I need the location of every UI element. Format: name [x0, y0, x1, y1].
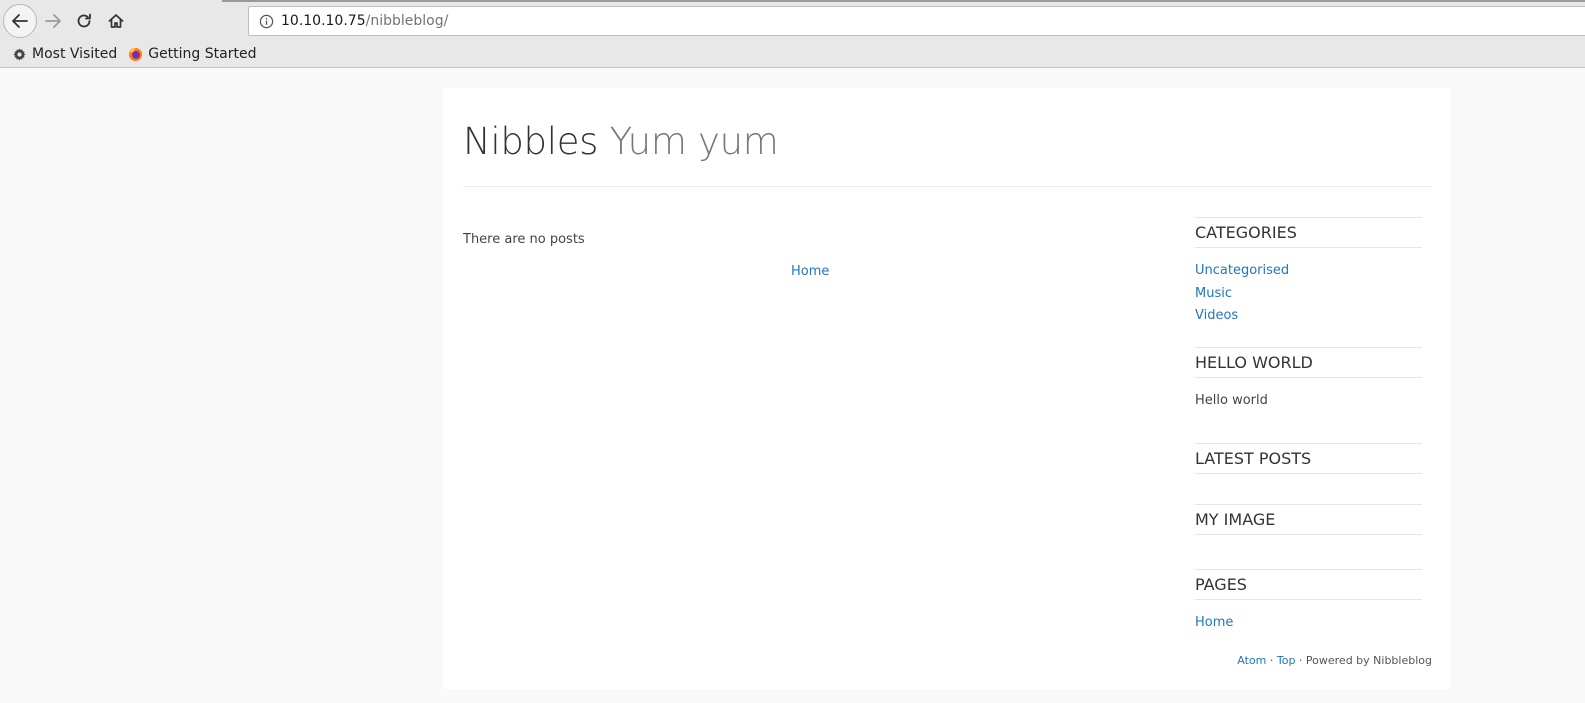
- widget-title-pages: PAGES: [1195, 569, 1422, 600]
- bookmark-most-visited[interactable]: Most Visited: [12, 46, 117, 62]
- category-link[interactable]: Videos: [1195, 308, 1238, 323]
- bookmark-label: Most Visited: [32, 46, 118, 62]
- widget-title-latest-posts: LATEST POSTS: [1195, 443, 1422, 474]
- pager-home-link[interactable]: Home: [791, 264, 829, 279]
- header-divider: [463, 186, 1432, 187]
- powered-by-text: · Powered by Nibbleblog: [1295, 654, 1432, 667]
- footer: Atom · Top · Powered by Nibbleblog: [1237, 654, 1432, 667]
- hello-world-text: Hello world: [1195, 393, 1268, 408]
- page-link[interactable]: Home: [1195, 615, 1233, 630]
- reload-icon: [77, 13, 91, 28]
- gear-icon: [12, 47, 27, 62]
- site-slogan: Yum yum: [609, 120, 779, 163]
- home-button[interactable]: [99, 4, 133, 38]
- site-title: Nibbles Yum yum: [463, 120, 779, 163]
- firefox-icon: [128, 47, 143, 62]
- url-bar[interactable]: 10.10.10.75/nibbleblog/: [248, 6, 1585, 36]
- reload-button[interactable]: [67, 4, 101, 38]
- browser-chrome: 10.10.10.75/nibbleblog/ Most Visited Get…: [0, 0, 1585, 68]
- tab-strip-line: [222, 0, 1585, 2]
- url-host: 10.10.10.75: [281, 13, 366, 29]
- forward-button[interactable]: [36, 4, 70, 38]
- blog-page: Nibbles Yum yum There are no posts Home …: [443, 88, 1451, 689]
- category-link[interactable]: Uncategorised: [1195, 263, 1289, 278]
- footer-separator: ·: [1266, 654, 1277, 667]
- no-posts-message: There are no posts: [463, 232, 585, 247]
- forward-arrow-icon: [45, 14, 61, 28]
- widget-title-categories: CATEGORIES: [1195, 217, 1422, 248]
- home-icon: [108, 14, 124, 28]
- category-link[interactable]: Music: [1195, 286, 1232, 301]
- atom-link[interactable]: Atom: [1237, 654, 1266, 667]
- widget-title-hello-world: HELLO WORLD: [1195, 347, 1422, 378]
- bookmark-label: Getting Started: [148, 46, 257, 62]
- top-link[interactable]: Top: [1277, 654, 1296, 667]
- site-name: Nibbles: [463, 120, 599, 163]
- info-icon[interactable]: [258, 13, 274, 29]
- bookmarks-toolbar: Most Visited Getting Started: [0, 42, 1585, 66]
- url-text[interactable]: 10.10.10.75/nibbleblog/: [281, 13, 448, 29]
- bookmark-getting-started[interactable]: Getting Started: [128, 46, 256, 62]
- back-button[interactable]: [3, 4, 37, 38]
- back-arrow-icon: [12, 14, 28, 28]
- url-path: /nibbleblog/: [365, 13, 449, 29]
- widget-title-my-image: MY IMAGE: [1195, 504, 1422, 535]
